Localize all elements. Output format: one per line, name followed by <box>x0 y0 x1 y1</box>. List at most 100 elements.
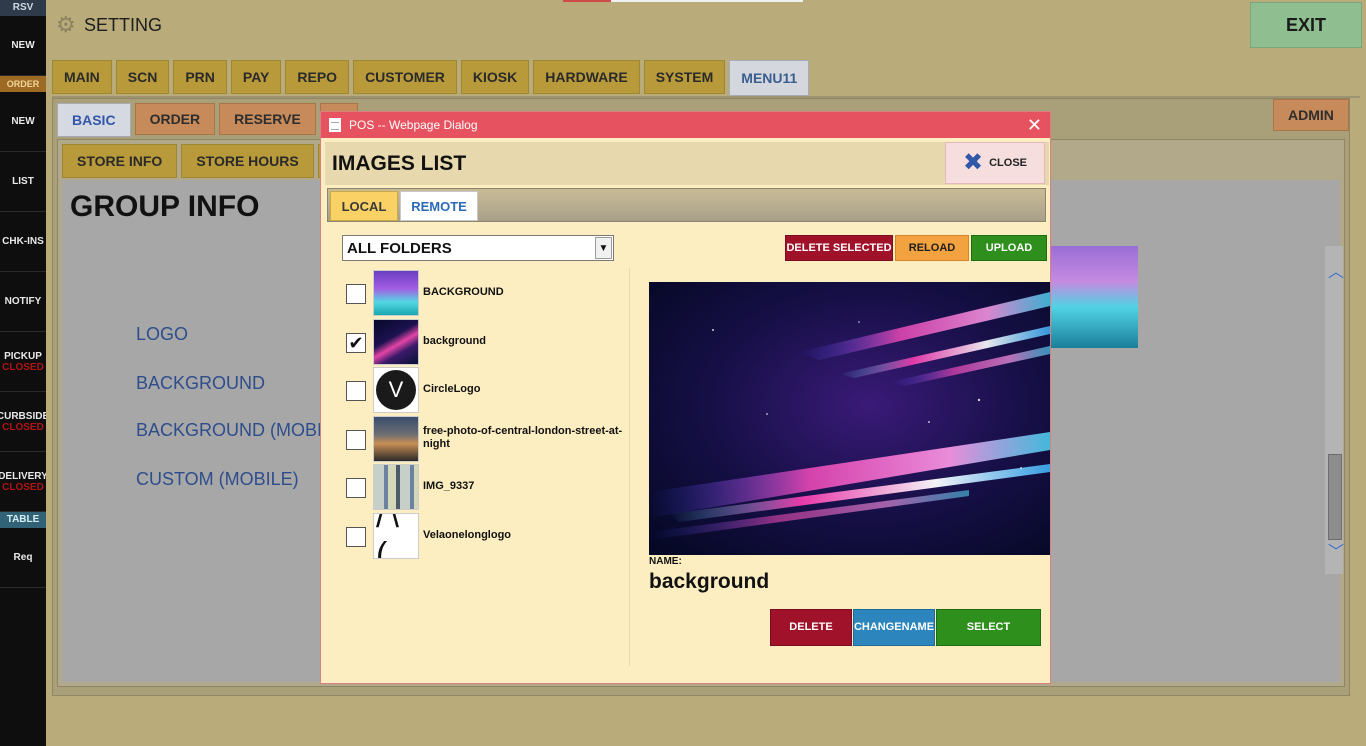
left-sidebar: RSV NEW ORDER NEW LIST CHK-INS NOTIFY PI… <box>0 0 46 746</box>
scrollbar-thumb[interactable] <box>1328 454 1342 540</box>
image-preview <box>649 282 1050 555</box>
sidebar-item-pickup[interactable]: PICKUP CLOSED <box>0 332 46 392</box>
tab-store-hours[interactable]: STORE HOURS <box>181 144 314 178</box>
basic-sub-tabs: STORE INFO STORE HOURS S <box>62 144 358 178</box>
image-thumbnail[interactable] <box>373 270 419 316</box>
image-checkbox[interactable] <box>346 429 366 450</box>
gear-icon: ⚙ <box>56 12 76 37</box>
sidebar-item-chk-ins[interactable]: CHK-INS <box>0 212 46 272</box>
list-item[interactable]: BACKGROUND <box>343 270 633 318</box>
image-name: background <box>423 334 486 347</box>
tab-hardware[interactable]: HARDWARE <box>533 60 640 94</box>
image-name: CircleLogo <box>423 383 481 396</box>
chevron-down-icon: ▼ <box>595 237 612 259</box>
upload-button[interactable]: UPLOAD <box>971 235 1047 261</box>
image-thumbnail[interactable] <box>373 464 419 511</box>
image-name: free-photo-of-central-london-street-at-n… <box>423 424 623 450</box>
status-badge: CLOSED <box>2 481 44 493</box>
chevron-up-icon[interactable]: ︿ <box>1328 258 1344 282</box>
sidebar-item-curbside[interactable]: CURBSIDECLOSED <box>0 392 46 452</box>
background-label: BACKGROUND <box>136 373 266 393</box>
custom-mobile-label: CUSTOM (MOBILE) <box>136 469 299 489</box>
image-checkbox[interactable]: ✔ <box>346 332 366 353</box>
tab-menu11[interactable]: MENU11 <box>729 60 810 96</box>
preview-artwork <box>649 282 1050 555</box>
sidebar-header-table: TABLE <box>0 512 46 528</box>
image-name: Velaonelonglogo <box>423 528 512 541</box>
dialog-titlebar: POS -- Webpage Dialog ✕ <box>321 112 1050 138</box>
delete-button[interactable]: DELETE <box>770 609 852 646</box>
dialog-header: IMAGES LIST ✖ CLOSE <box>325 142 1049 185</box>
image-list: BACKGROUND ✔ background V CircleLogo fre… <box>343 270 633 562</box>
name-label: NAME: <box>649 556 682 567</box>
list-item[interactable]: ✔ background <box>343 318 633 367</box>
dialog-window-title: POS -- Webpage Dialog <box>349 118 478 132</box>
selected-image-name: background <box>649 570 770 593</box>
tab-pay[interactable]: PAY <box>230 60 282 94</box>
tab-remote[interactable]: REMOTE <box>400 191 478 221</box>
image-checkbox[interactable] <box>346 381 366 402</box>
tab-prn[interactable]: PRN <box>173 60 227 94</box>
background-preview-image[interactable] <box>1042 246 1138 348</box>
long-logo-icon: /\( <box>376 512 403 559</box>
sidebar-item-delivery[interactable]: DELIVERY CLOSED <box>0 452 46 512</box>
sidebar-item-req[interactable]: Req <box>0 528 46 588</box>
image-thumbnail[interactable]: V <box>373 367 419 414</box>
exit-button[interactable]: EXIT <box>1250 2 1362 48</box>
status-badge: CLOSED <box>2 421 44 433</box>
tab-basic[interactable]: BASIC <box>57 103 131 137</box>
close-icon: ✖ <box>962 149 984 176</box>
image-thumbnail[interactable] <box>373 415 419 462</box>
section-title: GROUP INFO <box>70 190 260 223</box>
window-close-icon[interactable]: ✕ <box>1027 115 1042 135</box>
loading-indicator <box>563 0 803 2</box>
background-mobile-label: BACKGROUND (MOBILE) <box>136 420 351 440</box>
image-checkbox[interactable] <box>346 526 366 547</box>
sidebar-header-order: ORDER <box>0 76 46 92</box>
tab-repo[interactable]: REPO <box>285 60 350 94</box>
sidebar-item-order-new[interactable]: NEW <box>0 92 46 152</box>
delete-selected-button[interactable]: DELETE SELECTED <box>785 235 893 261</box>
image-thumbnail[interactable] <box>373 318 419 365</box>
page-title: SETTING <box>84 15 163 35</box>
status-badge: CLOSED <box>2 361 44 373</box>
list-item[interactable]: /\( Velaonelonglogo <box>343 512 633 561</box>
list-item[interactable]: IMG_9337 <box>343 464 633 512</box>
sidebar-item-notify[interactable]: NOTIFY <box>0 272 46 332</box>
tab-reserve[interactable]: RESERVE <box>219 103 316 135</box>
select-button[interactable]: SELECT <box>936 609 1041 646</box>
folder-select[interactable]: ALL FOLDERS ▼ <box>342 235 614 261</box>
tab-kiosk[interactable]: KIOSK <box>460 60 530 94</box>
list-item[interactable]: V CircleLogo <box>343 367 633 415</box>
tab-system[interactable]: SYSTEM <box>643 60 726 94</box>
dialog-heading: IMAGES LIST <box>332 152 467 175</box>
sub-tabs: BASIC ORDER RESERVE L <box>57 103 359 137</box>
reload-button[interactable]: RELOAD <box>895 235 969 261</box>
circle-logo-icon: V <box>376 370 416 411</box>
sidebar-item-rsv-new[interactable]: NEW <box>0 16 46 76</box>
tab-customer[interactable]: CUSTOMER <box>353 60 457 94</box>
image-name: BACKGROUND <box>423 286 504 298</box>
tab-admin[interactable]: ADMIN <box>1273 99 1349 131</box>
top-bar: ⚙ SETTING EXIT <box>46 0 1366 52</box>
tab-scn[interactable]: SCN <box>115 60 170 94</box>
image-checkbox[interactable] <box>346 284 366 304</box>
images-dialog: POS -- Webpage Dialog ✕ IMAGES LIST ✖ CL… <box>320 111 1051 684</box>
image-name: IMG_9337 <box>423 480 475 493</box>
close-button[interactable]: ✖ CLOSE <box>945 142 1045 184</box>
list-item[interactable]: free-photo-of-central-london-street-at-n… <box>343 415 633 464</box>
document-icon <box>329 118 341 132</box>
change-name-button[interactable]: CHANGE NAME <box>853 609 935 646</box>
main-tabs: MAIN SCN PRN PAY REPO CUSTOMER KIOSK HAR… <box>52 60 810 98</box>
logo-label: LOGO <box>136 324 189 344</box>
tab-local[interactable]: LOCAL <box>330 191 398 221</box>
dialog-tabs: LOCAL REMOTE <box>327 188 1046 222</box>
tab-store-info[interactable]: STORE INFO <box>62 144 178 178</box>
tab-main[interactable]: MAIN <box>52 60 112 94</box>
tab-order[interactable]: ORDER <box>134 103 216 135</box>
chevron-down-icon[interactable]: ﹀ <box>1328 538 1344 562</box>
sidebar-header-rsv: RSV <box>0 0 46 16</box>
sidebar-item-list[interactable]: LIST <box>0 152 46 212</box>
image-thumbnail[interactable]: /\( <box>373 512 419 559</box>
image-checkbox[interactable] <box>346 478 366 499</box>
